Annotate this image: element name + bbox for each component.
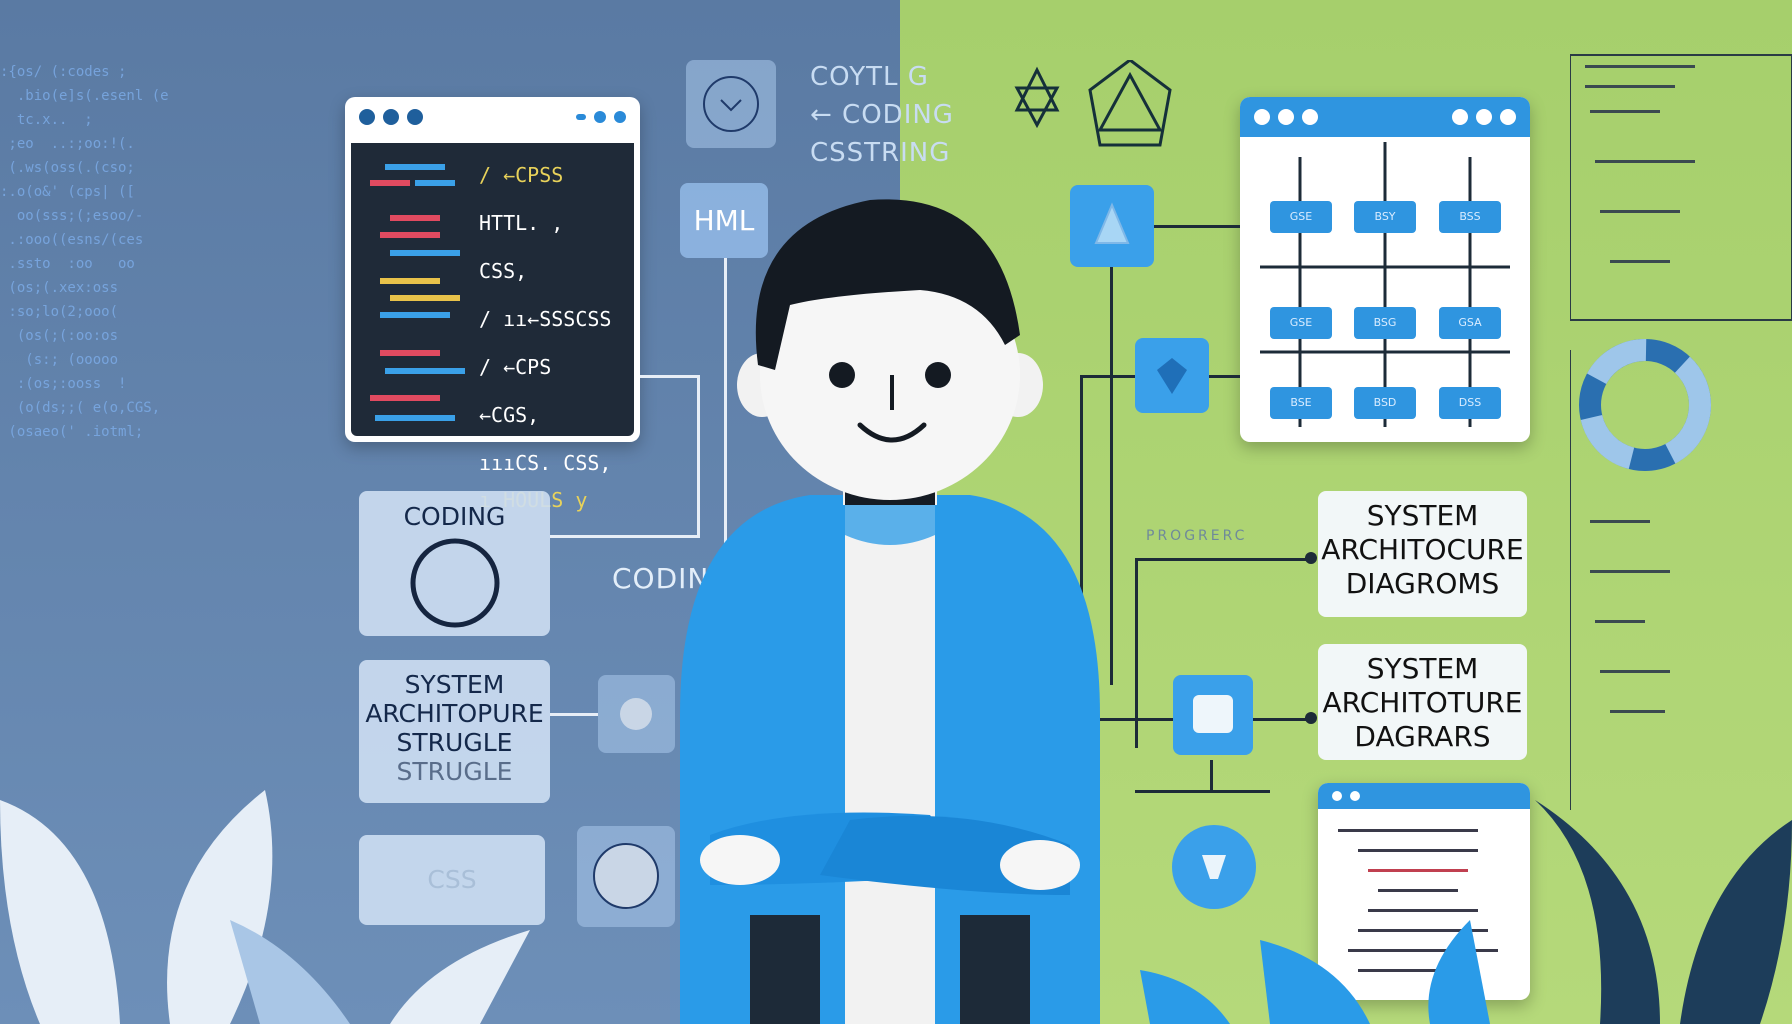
connector-dot: [1305, 552, 1317, 564]
developer-character: [680, 199, 1100, 1024]
architecture-diagrams-card: SYSTEM ARCHITOCURE DIAGROMS: [1318, 491, 1527, 617]
diagram-node: BSG: [1354, 307, 1416, 339]
side-document-panels: [1570, 54, 1792, 810]
card-label: CODING: [403, 502, 506, 531]
floating-labels: COYTL G ← CODING CSSTRING: [810, 58, 954, 172]
window-dot-icon: [1452, 109, 1468, 125]
connector-line: [550, 713, 598, 716]
leaves-left: [0, 790, 530, 1024]
window-dot-icon: [1476, 109, 1492, 125]
window-dot-icon: [1278, 109, 1294, 125]
donut-chart-icon: [1579, 339, 1711, 471]
diagram-node: BSE: [1270, 387, 1332, 419]
code-line: / ıı←SSSCSS: [479, 307, 612, 331]
window-control-icon: [594, 111, 606, 123]
code-text-background: :{os/ (:codes ; .bio(e]s(.esenl (e tc.x.…: [0, 64, 169, 440]
progress-label: PROGRERC: [1146, 528, 1248, 544]
window-dot-icon: [407, 109, 423, 125]
diagram-node: DSS: [1439, 387, 1501, 419]
window-dot-icon: [1302, 109, 1318, 125]
button-tile: [577, 826, 675, 927]
code-syntax-bars: [370, 164, 465, 421]
window-dot-icon: [1500, 109, 1516, 125]
gem-tile: [1135, 338, 1209, 413]
diagram-node: BSD: [1354, 387, 1416, 419]
window-control-icon: [576, 114, 586, 120]
pillow-tile: [1173, 675, 1253, 755]
window-dot-icon: [359, 109, 375, 125]
clock-icon: [703, 76, 759, 132]
gear-tile: [598, 675, 675, 753]
square-icon: [1193, 695, 1233, 733]
window-titlebar: [345, 97, 640, 137]
code-line: ıııCS. CSS,: [479, 451, 612, 475]
circle-button-icon: [593, 843, 659, 909]
coding-card: CODING: [359, 491, 550, 636]
connector-dot: [1305, 712, 1317, 724]
window-dot-icon: [383, 109, 399, 125]
floating-label: COYTL G: [810, 62, 929, 92]
gear-icon: [620, 698, 652, 730]
geometric-star-icons: [1014, 60, 1172, 147]
diagram-node: GSA: [1439, 307, 1501, 339]
floating-label: CSSTRING: [810, 138, 951, 168]
connector-line: [1110, 225, 1113, 685]
code-line: HTTL. , CSS,: [479, 211, 564, 283]
code-line: / ←CPSS: [479, 163, 564, 187]
card-label: SYSTEM ARCHITOPURE STRUGLE: [365, 670, 544, 757]
window-dot-icon: [1254, 109, 1270, 125]
diagram-node: GSE: [1270, 307, 1332, 339]
clock-tile: [686, 60, 776, 148]
floating-label: ← CODING: [810, 100, 954, 130]
code-line: / ←CPS ←CGS,: [479, 355, 552, 427]
window-titlebar: [1240, 97, 1530, 137]
circle-icon: [410, 538, 499, 628]
diagram-node: GSE: [1270, 201, 1332, 233]
architecture-diagrams-card-2: SYSTEM ARCHITOTURE DAGRARS: [1318, 644, 1527, 760]
diagram-window: GSE BSY BSS GSE BSG GSA BSE BSD DSS: [1240, 97, 1530, 442]
diagram-node: BSY: [1354, 201, 1416, 233]
gem-icon: [1157, 358, 1187, 394]
connector-line: [1135, 558, 1315, 561]
leaves-right: [1140, 800, 1792, 1024]
diagram-node: BSS: [1439, 201, 1501, 233]
window-control-icon: [614, 111, 626, 123]
